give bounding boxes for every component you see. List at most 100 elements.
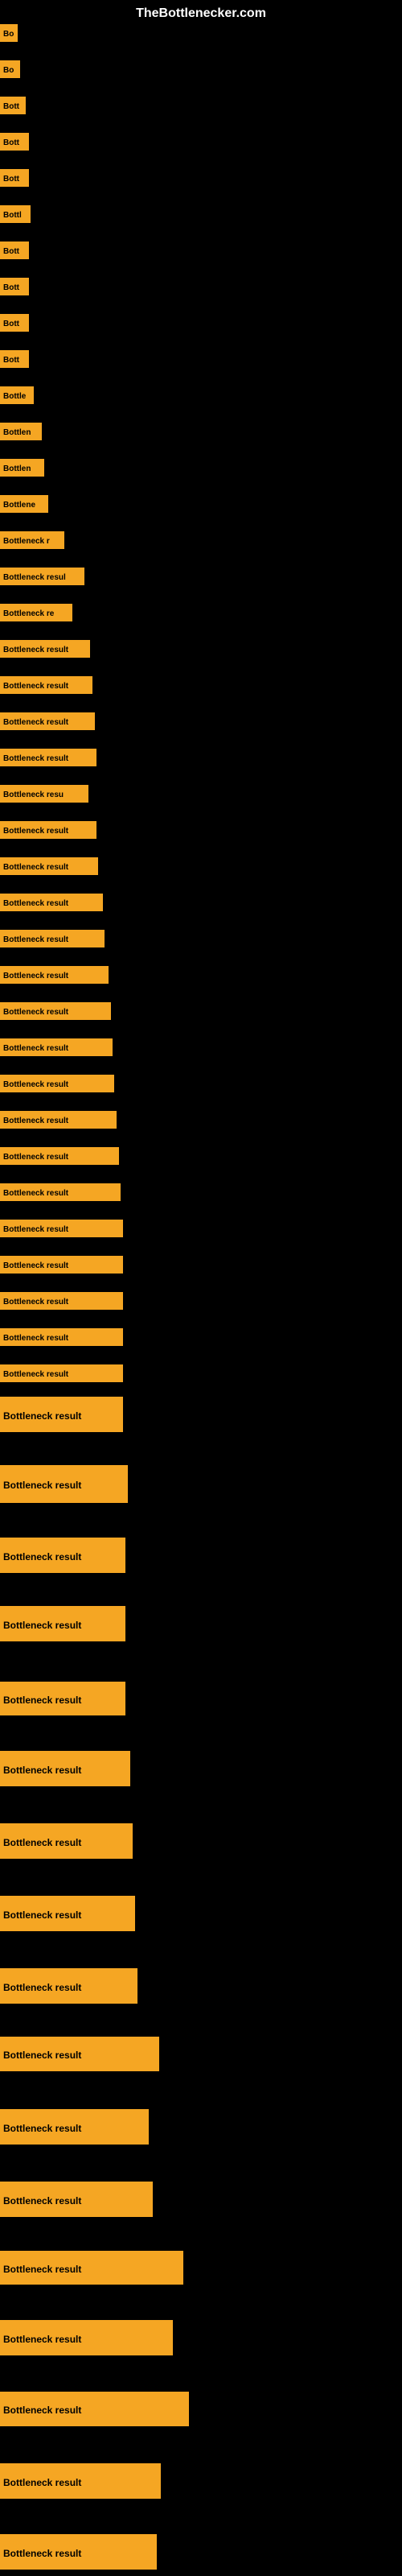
bar-item: Bottleneck result: [0, 1002, 111, 1020]
bar-label: Bottleneck resu: [0, 785, 88, 803]
bar-label: Bottleneck result: [0, 2320, 173, 2355]
bar-label: Bottleneck result: [0, 894, 103, 911]
bar-item: Bottleneck result: [0, 1823, 133, 1859]
bar-item: Bottleneck result: [0, 1328, 123, 1346]
bar-label: Bottleneck result: [0, 1256, 123, 1274]
bar-item: Bottleneck result: [0, 894, 103, 911]
bar-label: Bottleneck resul: [0, 568, 84, 585]
bar-label: Bott: [0, 242, 29, 259]
bar-label: Bottleneck result: [0, 1075, 114, 1092]
bar-label: Bottleneck result: [0, 749, 96, 766]
bar-item: Bottlen: [0, 423, 42, 440]
bar-label: Bottleneck result: [0, 1751, 130, 1786]
bar-label: Bott: [0, 169, 29, 187]
bar-label: Bottleneck result: [0, 2392, 189, 2426]
bar-item: Bottleneck result: [0, 749, 96, 766]
bar-label: Bottleneck result: [0, 712, 95, 730]
bar-item: Bottleneck result: [0, 1465, 128, 1503]
bar-item: Bo: [0, 60, 20, 78]
bar-item: Bo: [0, 24, 18, 42]
bar-item: Bott: [0, 350, 29, 368]
bar-label: Bottleneck result: [0, 640, 90, 658]
bar-label: Bottleneck result: [0, 2109, 149, 2145]
bar-item: Bottle: [0, 386, 34, 404]
bar-label: Bottleneck result: [0, 821, 96, 839]
bar-item: Bott: [0, 314, 29, 332]
bar-label: Bott: [0, 133, 29, 151]
bar-label: Bottleneck re: [0, 604, 72, 621]
bar-label: Bottleneck result: [0, 1896, 135, 1931]
bar-label: Bottleneck result: [0, 1038, 113, 1056]
bar-label: Bo: [0, 60, 20, 78]
bar-item: Bottleneck result: [0, 1606, 125, 1641]
bar-item: Bottleneck result: [0, 1538, 125, 1573]
bar-item: Bottleneck result: [0, 1682, 125, 1715]
bar-item: Bottleneck result: [0, 821, 96, 839]
bar-item: Bottlene: [0, 495, 48, 513]
bar-item: Bottleneck result: [0, 2109, 149, 2145]
bar-item: Bottleneck result: [0, 2463, 161, 2499]
bar-item: Bottleneck result: [0, 930, 105, 947]
bar-label: Bottleneck result: [0, 1397, 123, 1432]
bar-item: Bottleneck result: [0, 1292, 123, 1310]
bar-item: Bott: [0, 278, 29, 295]
bar-label: Bottleneck result: [0, 2182, 153, 2217]
bar-item: Bottleneck result: [0, 676, 92, 694]
bar-label: Bottleneck result: [0, 1538, 125, 1573]
bar-label: Bottleneck result: [0, 1328, 123, 1346]
bar-item: Bottleneck result: [0, 1968, 137, 2004]
bar-item: Bottleneck result: [0, 1896, 135, 1931]
site-title: TheBottlenecker.com: [136, 6, 266, 21]
bar-label: Bottleneck result: [0, 1147, 119, 1165]
bar-item: Bottleneck result: [0, 1751, 130, 1786]
bar-label: Bottleneck result: [0, 2251, 183, 2285]
bar-item: Bottleneck result: [0, 2037, 159, 2071]
bar-label: Bottleneck result: [0, 1465, 128, 1503]
bar-label: Bottleneck result: [0, 1364, 123, 1382]
bar-item: Bottleneck resu: [0, 785, 88, 803]
bar-item: Bottleneck result: [0, 1397, 123, 1432]
bar-label: Bottleneck result: [0, 966, 109, 984]
bar-item: Bottleneck result: [0, 1147, 119, 1165]
bar-label: Bottleneck result: [0, 1823, 133, 1859]
bar-item: Bott: [0, 133, 29, 151]
bar-item: Bottleneck result: [0, 2392, 189, 2426]
bar-label: Bottleneck result: [0, 1111, 117, 1129]
bar-label: Bottle: [0, 386, 34, 404]
bar-label: Bottleneck result: [0, 2463, 161, 2499]
bar-label: Bottleneck result: [0, 1002, 111, 1020]
bar-item: Bott: [0, 97, 26, 114]
bar-label: Bott: [0, 350, 29, 368]
bar-item: Bottleneck result: [0, 857, 98, 875]
bar-item: Bottleneck result: [0, 1183, 121, 1201]
bar-label: Bottleneck r: [0, 531, 64, 549]
bar-item: Bottl: [0, 205, 31, 223]
bar-item: Bottleneck result: [0, 1220, 123, 1237]
bar-item: Bottleneck result: [0, 1364, 123, 1382]
bar-item: Bottleneck result: [0, 2320, 173, 2355]
bar-label: Bottleneck result: [0, 676, 92, 694]
bar-label: Bottleneck result: [0, 930, 105, 947]
bar-label: Bottleneck result: [0, 857, 98, 875]
bar-item: Bottleneck result: [0, 712, 95, 730]
bar-item: Bottleneck resul: [0, 568, 84, 585]
bar-item: Bottleneck result: [0, 1038, 113, 1056]
bar-item: Bott: [0, 169, 29, 187]
bar-item: Bottleneck result: [0, 2182, 153, 2217]
bar-item: Bottleneck result: [0, 1111, 117, 1129]
bar-label: Bottleneck result: [0, 1220, 123, 1237]
bar-label: Bottlen: [0, 459, 44, 477]
bar-item: Bottleneck result: [0, 2251, 183, 2285]
bar-label: Bottleneck result: [0, 1968, 137, 2004]
bar-label: Bott: [0, 314, 29, 332]
bar-label: Bottleneck result: [0, 2534, 157, 2570]
bar-item: Bottleneck result: [0, 966, 109, 984]
bar-item: Bottleneck r: [0, 531, 64, 549]
bar-label: Bottl: [0, 205, 31, 223]
bar-label: Bottleneck result: [0, 1606, 125, 1641]
bar-label: Bottleneck result: [0, 1682, 125, 1715]
bar-label: Bottlene: [0, 495, 48, 513]
bar-label: Bottleneck result: [0, 1292, 123, 1310]
bar-item: Bott: [0, 242, 29, 259]
bar-item: Bottleneck result: [0, 2534, 157, 2570]
